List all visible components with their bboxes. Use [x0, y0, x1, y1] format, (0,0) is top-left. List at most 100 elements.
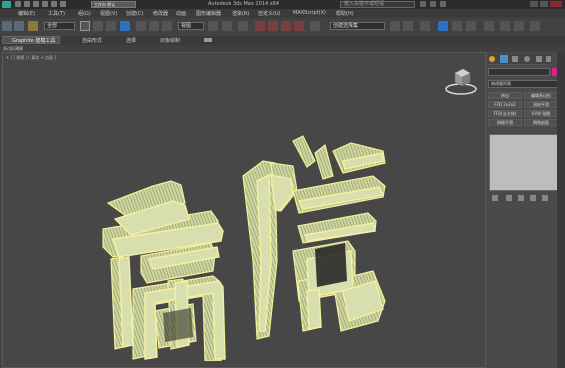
tab-freeform[interactable]: 自由形式: [82, 37, 102, 44]
reference-coord-dropdown[interactable]: 视图: [178, 22, 204, 30]
utilities-tab-icon[interactable]: [546, 56, 551, 62]
material-editor-icon[interactable]: [484, 21, 494, 31]
motion-tab-icon[interactable]: [524, 56, 530, 62]
tab-selection[interactable]: 选择: [126, 37, 136, 44]
percent-snap-icon[interactable]: [281, 21, 291, 31]
modify-tab-icon[interactable]: [500, 55, 508, 63]
ribbon-panel: 多边形建模: [0, 45, 565, 52]
edit-named-selection-icon[interactable]: [310, 21, 320, 31]
select-object-icon[interactable]: [80, 21, 90, 31]
window-title: Autodesk 3ds Max 2014 x64: [208, 1, 280, 7]
minimize-button[interactable]: [530, 1, 538, 7]
command-panel-tabs: [488, 54, 552, 65]
ribbon-bar: Graphite 建模工具 自由形式 选择 对象绘制: [0, 36, 565, 45]
object-name-field[interactable]: [488, 68, 550, 76]
snap-toggle-icon[interactable]: [255, 21, 265, 31]
undo-icon[interactable]: [42, 1, 48, 7]
menu-graph-editors[interactable]: 图形编辑器: [196, 10, 221, 17]
ffd-box-button[interactable]: FFD(长方体): [488, 110, 522, 117]
meshsmooth-button[interactable]: 网格平滑: [488, 119, 522, 126]
search-input[interactable]: 键入关键字或短语: [340, 1, 415, 8]
move-icon[interactable]: [136, 21, 146, 31]
create-tab-icon[interactable]: [489, 56, 495, 62]
selection-filter-dropdown[interactable]: 全部: [44, 22, 75, 30]
link-icon[interactable]: [28, 21, 38, 31]
render-setup-icon[interactable]: [500, 21, 510, 31]
window-crossing-icon[interactable]: [120, 21, 130, 31]
viewport-label[interactable]: + ] [ 透视 ] [ 真实 + 边面 ]: [6, 55, 56, 61]
new-file-icon[interactable]: [15, 1, 21, 7]
main-toolbar: 全部 视图 创建选择集: [0, 18, 565, 37]
undo-toolbar-icon[interactable]: [2, 21, 12, 31]
binoculars-icon[interactable]: [420, 1, 426, 7]
make-unique-icon[interactable]: [518, 195, 524, 201]
close-button[interactable]: [550, 1, 562, 7]
open-file-icon[interactable]: [24, 1, 30, 7]
layer-manager-icon[interactable]: [420, 21, 430, 31]
rendered-frame-icon[interactable]: [514, 21, 524, 31]
hierarchy-tab-icon[interactable]: [512, 56, 518, 62]
curve-editor-icon[interactable]: [452, 21, 462, 31]
display-tab-icon[interactable]: [536, 56, 542, 62]
modifier-stack-list[interactable]: [489, 134, 558, 191]
rotate-icon[interactable]: [149, 21, 159, 31]
select-by-name-icon[interactable]: [93, 21, 103, 31]
menu-views[interactable]: 视图(V): [100, 10, 117, 17]
tab-graphite-modeling[interactable]: Graphite 建模工具: [12, 37, 55, 44]
extrude-button[interactable]: 挤出: [488, 92, 522, 99]
menu-modifiers[interactable]: 修改器: [153, 10, 168, 17]
redo-icon[interactable]: [51, 1, 57, 7]
turbosmooth-button[interactable]: 涡轮平滑: [524, 101, 558, 108]
select-manipulate-icon[interactable]: [222, 21, 232, 31]
spinner-snap-icon[interactable]: [294, 21, 304, 31]
extruded-text-3d-object[interactable]: [93, 131, 393, 361]
menu-animation[interactable]: 动画: [176, 10, 186, 17]
keyboard-shortcut-icon[interactable]: [238, 21, 248, 31]
edit-poly-button[interactable]: 编辑多边形: [524, 92, 558, 99]
menu-edit[interactable]: 编辑(E): [18, 10, 35, 17]
menu-help[interactable]: 帮助(H): [336, 10, 354, 17]
align-icon[interactable]: [403, 21, 413, 31]
viewcube-icon[interactable]: [443, 65, 479, 97]
menu-bar: 编辑(E) 工具(T) 组(G) 视图(V) 创建(C) 修改器 动画 图形编辑…: [0, 9, 565, 18]
save-file-icon[interactable]: [33, 1, 39, 7]
redo-toolbar-icon[interactable]: [14, 21, 24, 31]
panel-scroll-strip[interactable]: [557, 52, 565, 368]
scale-icon[interactable]: [162, 21, 172, 31]
rect-selection-icon[interactable]: [106, 21, 116, 31]
show-end-result-icon[interactable]: [506, 195, 512, 201]
stack-controls: [490, 194, 556, 202]
title-bar: 工作台 默认 Autodesk 3ds Max 2014 x64 键入关键字或短…: [0, 0, 565, 9]
app-logo-icon[interactable]: [2, 1, 11, 8]
modifier-list-dropdown[interactable]: 修改器列表: [488, 80, 558, 88]
command-panel: 修改器列表 挤出 编辑多边形 FFD 2x2x2 涡轮平滑 FFD(长方体) U…: [486, 52, 565, 368]
tab-object-paint[interactable]: 对象绘制: [160, 37, 180, 44]
menu-create[interactable]: 创建(C): [126, 10, 143, 17]
bevel-profile-button[interactable]: 倒角剖面: [524, 119, 558, 126]
menu-group[interactable]: 组(G): [78, 10, 91, 17]
pin-stack-icon[interactable]: [492, 195, 498, 201]
star-icon[interactable]: [430, 1, 436, 7]
menu-rendering[interactable]: 渲染(R): [232, 10, 249, 17]
menu-maxscript[interactable]: MAXScript(X): [293, 10, 326, 16]
workspace-label: 工作台 默认: [94, 2, 116, 7]
named-selection-set-dropdown[interactable]: 创建选择集: [330, 22, 385, 30]
render-production-icon[interactable]: [530, 21, 540, 31]
maximize-button[interactable]: [540, 1, 548, 7]
schematic-view-icon[interactable]: [466, 21, 476, 31]
ribbon-options-icon[interactable]: [204, 38, 212, 42]
pivot-center-icon[interactable]: [208, 21, 218, 31]
angle-snap-icon[interactable]: [268, 21, 278, 31]
configure-sets-icon[interactable]: [542, 195, 548, 201]
workspace-dropdown[interactable]: 工作台 默认: [91, 1, 136, 8]
graphite-toggle-icon[interactable]: [438, 21, 448, 31]
menu-tools[interactable]: 工具(T): [48, 10, 65, 17]
remove-modifier-icon[interactable]: [530, 195, 536, 201]
help-icon[interactable]: [440, 1, 446, 7]
perspective-viewport[interactable]: + ] [ 透视 ] [ 真实 + 边面 ]: [2, 52, 486, 368]
menu-customize[interactable]: 自定义(U): [258, 10, 281, 17]
hold-icon[interactable]: [60, 1, 66, 7]
uvw-map-button[interactable]: UVW 贴图: [524, 110, 558, 117]
ffd2-button[interactable]: FFD 2x2x2: [488, 101, 522, 108]
mirror-icon[interactable]: [390, 21, 400, 31]
